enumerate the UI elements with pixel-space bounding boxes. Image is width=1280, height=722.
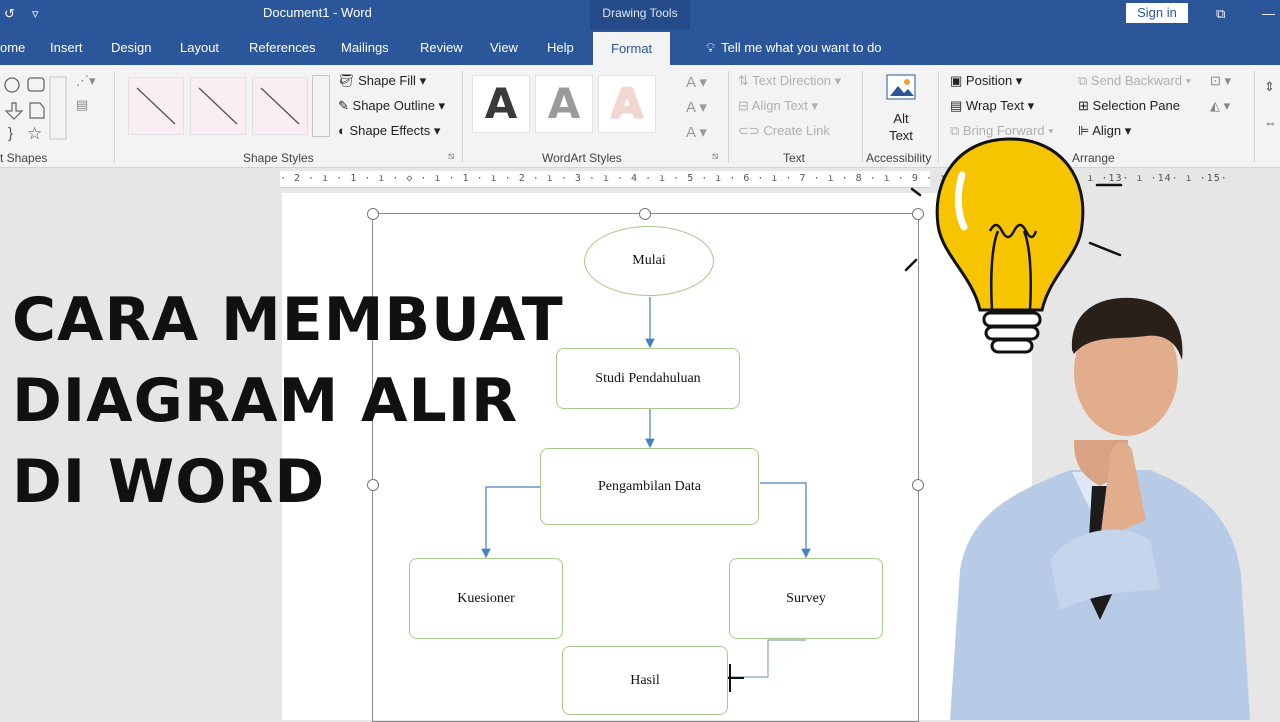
- flowchart-step-node[interactable]: Studi Pendahuluan: [556, 348, 740, 409]
- resize-handle[interactable]: [912, 479, 924, 491]
- headline-line-1: CARA MEMBUAT: [12, 285, 564, 355]
- headline-line-2: DIAGRAM ALIR: [12, 366, 519, 436]
- flowchart-branch-node[interactable]: Survey: [729, 558, 883, 639]
- resize-handle[interactable]: [639, 208, 651, 220]
- resize-handle[interactable]: [367, 208, 379, 220]
- thumbnail-headline: CARA MEMBUAT DIAGRAM ALIR DI WORD: [12, 280, 564, 523]
- flowchart-step-node[interactable]: Pengambilan Data: [540, 448, 759, 525]
- headline-line-3: DI WORD: [12, 447, 326, 517]
- flowchart-end-node[interactable]: Hasil: [562, 646, 728, 715]
- flowchart-branch-node[interactable]: Kuesioner: [409, 558, 563, 639]
- flowchart-start-node[interactable]: Mulai: [584, 226, 714, 296]
- thinking-man-illustration: [950, 297, 1250, 720]
